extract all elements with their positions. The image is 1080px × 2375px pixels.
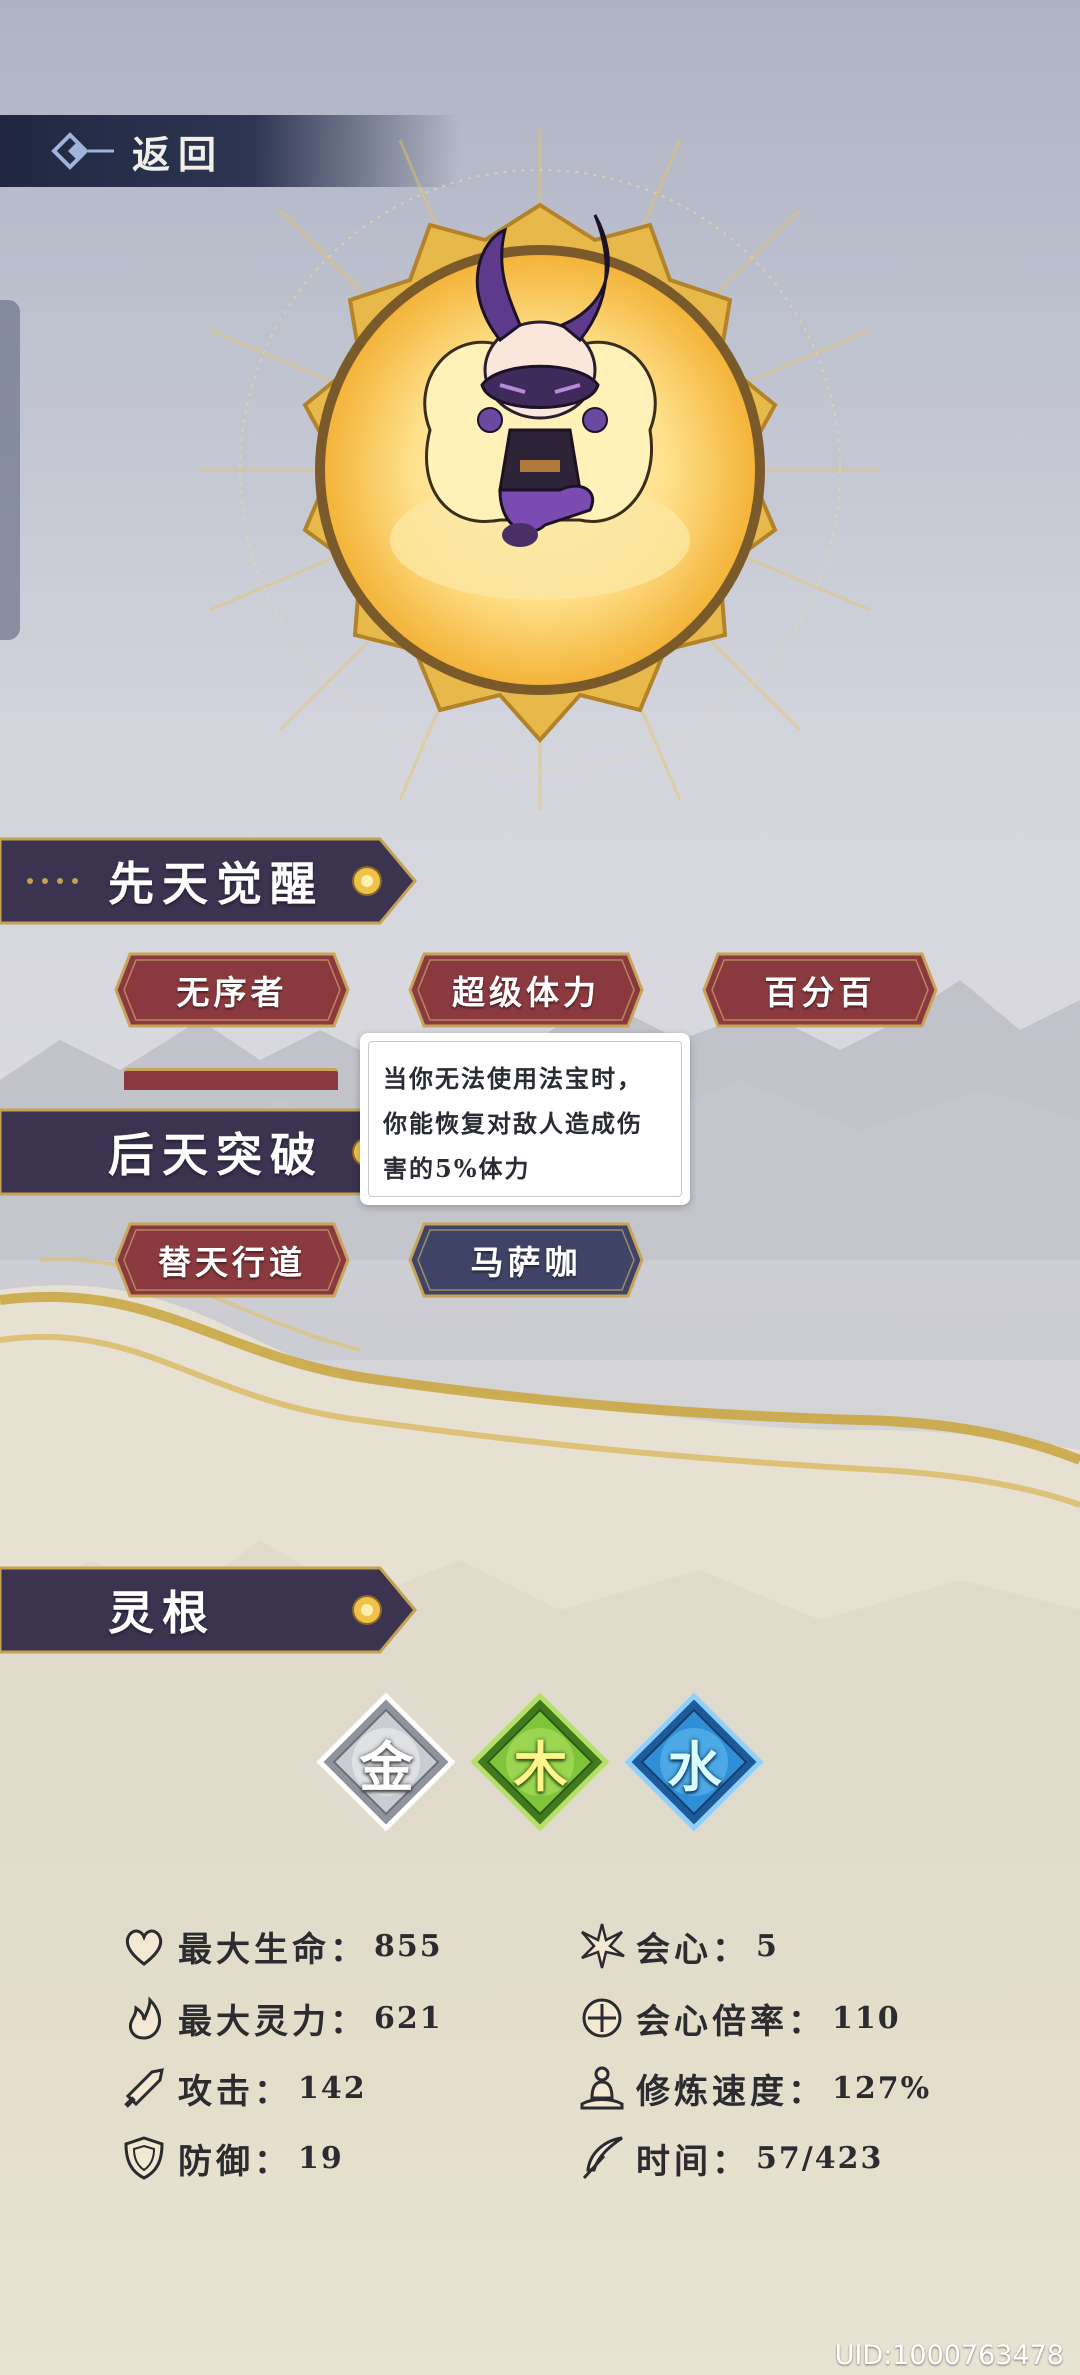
stat-label: 时间： bbox=[636, 2141, 750, 2182]
stat-label: 会心： bbox=[636, 1929, 750, 1970]
talent-label: 替天行道 bbox=[158, 1243, 306, 1282]
stat-value: 855 bbox=[374, 1928, 443, 1964]
spirit-root-banner: 灵根 bbox=[0, 1564, 420, 1656]
character-portrait[interactable] bbox=[200, 130, 880, 810]
heart-icon bbox=[125, 1929, 163, 1966]
stat-value: 110 bbox=[832, 2000, 901, 2036]
stat-value: 127% bbox=[832, 2070, 932, 2106]
tooltip-line-3: 害的5%体力 bbox=[383, 1154, 531, 1183]
stat-value: 142 bbox=[298, 2070, 367, 2106]
stat-max-spirit: 最大灵力： 621 bbox=[120, 1990, 443, 2046]
talent-label: 马萨咖 bbox=[470, 1243, 582, 1282]
stat-label: 防御： bbox=[178, 2141, 292, 2182]
talent-button-4[interactable]: 替天行道 bbox=[112, 1220, 352, 1300]
stat-value: 57/423 bbox=[756, 2140, 884, 2176]
user-id: UID:1000763478 bbox=[834, 2340, 1064, 2371]
talent-button-3[interactable]: 百分百 bbox=[700, 950, 940, 1030]
element-label: 水 bbox=[667, 1735, 722, 1799]
talent-label: 无序者 bbox=[176, 973, 288, 1012]
talent-tooltip: 当你无法使用法宝时， 你能恢复对敌人造成伤 害的5%体力 bbox=[360, 1033, 690, 1205]
stat-value: 19 bbox=[298, 2140, 344, 2176]
crosshair-icon bbox=[582, 1998, 622, 2038]
awakening-banner: 先天觉醒 bbox=[0, 835, 420, 927]
element-metal-badge[interactable]: 金 bbox=[314, 1690, 459, 1835]
flame-icon bbox=[129, 1996, 162, 2040]
tooltip-frame: 当你无法使用法宝时， 你能恢复对敌人造成伤 害的5%体力 bbox=[368, 1041, 682, 1197]
tooltip-line-2: 你能恢复对敌人造成伤 bbox=[383, 1109, 643, 1138]
stat-label: 攻击： bbox=[178, 2071, 292, 2112]
stat-label: 会心倍率： bbox=[636, 2001, 826, 2042]
stat-value: 5 bbox=[756, 1928, 779, 1964]
talent-label: 超级体力 bbox=[452, 973, 600, 1012]
talent-button-hidden[interactable] bbox=[124, 1068, 338, 1090]
shield-icon bbox=[124, 2136, 164, 2180]
talent-button-1[interactable]: 无序者 bbox=[112, 950, 352, 1030]
element-wood-badge[interactable]: 木 bbox=[468, 1690, 613, 1835]
stat-label: 最大灵力： bbox=[178, 2001, 368, 2042]
feather-icon bbox=[582, 2136, 623, 2180]
element-label: 木 bbox=[513, 1735, 568, 1799]
side-drawer-handle[interactable] bbox=[0, 300, 20, 640]
tooltip-line-1: 当你无法使用法宝时， bbox=[383, 1064, 643, 1093]
meditation-icon bbox=[580, 2066, 624, 2110]
talent-button-2[interactable]: 超级体力 bbox=[406, 950, 646, 1030]
stat-label: 最大生命： bbox=[178, 1929, 368, 1970]
stat-crit: 会心： 5 bbox=[578, 1918, 779, 1974]
sword-icon bbox=[124, 2068, 164, 2108]
awakening-title: 先天觉醒 bbox=[108, 857, 324, 911]
talent-label: 百分百 bbox=[764, 973, 876, 1012]
spirit-root-title: 灵根 bbox=[108, 1586, 216, 1640]
element-label: 金 bbox=[359, 1735, 414, 1799]
stat-crit-multiplier: 会心倍率： 110 bbox=[578, 1990, 901, 2046]
stat-time: 时间： 57/423 bbox=[578, 2130, 883, 2186]
back-arrow-icon bbox=[51, 132, 114, 170]
stat-value: 621 bbox=[374, 2000, 443, 2036]
stat-attack: 攻击： 142 bbox=[120, 2060, 367, 2116]
talent-button-5[interactable]: 马萨咖 bbox=[406, 1220, 646, 1300]
stat-defense: 防御： 19 bbox=[120, 2130, 344, 2186]
element-water-badge[interactable]: 水 bbox=[622, 1690, 767, 1835]
burst-icon bbox=[581, 1923, 625, 1969]
stat-label: 修炼速度： bbox=[636, 2071, 826, 2112]
stat-max-hp: 最大生命： 855 bbox=[120, 1918, 443, 1974]
breakthrough-banner: 后天突破 bbox=[0, 1106, 420, 1198]
stat-cultivation-speed: 修炼速度： 127% bbox=[578, 2060, 931, 2116]
breakthrough-title: 后天突破 bbox=[108, 1128, 324, 1182]
